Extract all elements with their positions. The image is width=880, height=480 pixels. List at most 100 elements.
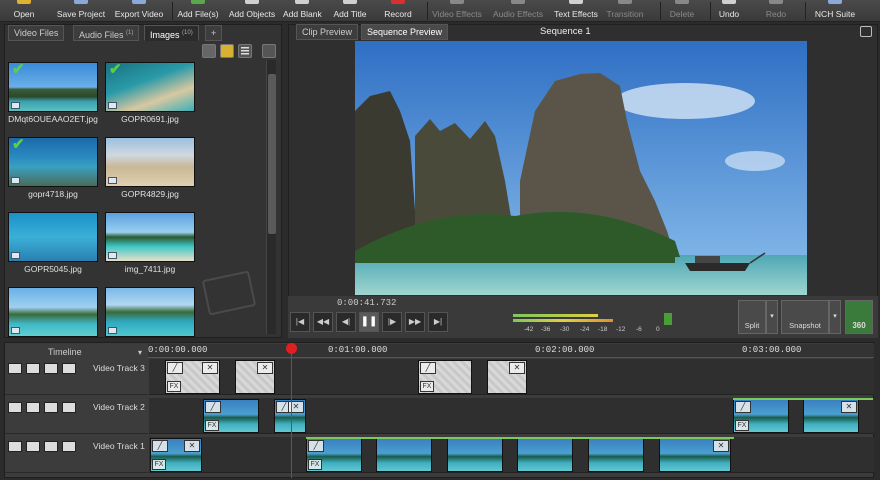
transition-in-icon[interactable]: ╱	[420, 362, 436, 374]
fx-badge[interactable]: FX	[152, 459, 166, 470]
media-thumbnail[interactable]	[8, 212, 98, 262]
bin-scrollbar[interactable]	[266, 60, 276, 334]
split-dropdown[interactable]: ▾	[766, 300, 778, 334]
transition-out-icon[interactable]: ✕	[184, 440, 200, 452]
timeline-clip[interactable]: ╱ FX	[418, 360, 472, 394]
export-video-button[interactable]: Export Video	[113, 0, 165, 22]
audio-volume-line[interactable]	[306, 437, 734, 439]
pause-button[interactable]: ❚❚	[359, 312, 379, 332]
video-effects-button[interactable]: Video Effects	[430, 0, 484, 22]
timeline-clip[interactable]	[517, 438, 573, 472]
visibility-icon[interactable]	[26, 363, 40, 374]
lock-icon[interactable]	[62, 402, 76, 413]
mute-toggle-icon[interactable]	[8, 441, 22, 452]
timeline-clip[interactable]: ╱ ✕	[274, 399, 306, 433]
step-forward-button[interactable]: |▶	[382, 312, 402, 332]
tab-clip-preview[interactable]: Clip Preview	[296, 24, 359, 40]
tab-images[interactable]: Images (10)	[144, 25, 199, 41]
prev-frame-button[interactable]: ◀◀	[313, 312, 333, 332]
timeline-clip[interactable]	[376, 438, 432, 472]
go-end-button[interactable]: ▶|	[428, 312, 448, 332]
mute-toggle-icon[interactable]	[8, 363, 22, 374]
fx-badge[interactable]: FX	[735, 420, 749, 431]
transition-button[interactable]: Transition	[605, 0, 645, 22]
visibility-icon[interactable]	[26, 441, 40, 452]
fx-badge[interactable]: FX	[420, 381, 434, 392]
checkmark-icon: ✔	[109, 62, 122, 78]
timeline-clip[interactable]: ✕	[659, 438, 731, 472]
media-thumbnail[interactable]: ✔	[8, 62, 98, 112]
tab-sequence-preview[interactable]: Sequence Preview	[361, 24, 449, 40]
timeline-dropdown[interactable]: ▾	[138, 348, 142, 357]
transition-in-icon[interactable]: ╱	[167, 362, 183, 374]
transition-out-icon[interactable]: ✕	[202, 362, 218, 374]
delete-button[interactable]: Delete	[665, 0, 699, 22]
timeline-clip[interactable]	[588, 438, 644, 472]
snapshot-button[interactable]: Snapshot	[781, 300, 829, 334]
add-blank-button[interactable]: Add Blank	[283, 0, 322, 22]
step-back-button[interactable]: ◀|	[336, 312, 356, 332]
split-button[interactable]: Split	[738, 300, 766, 334]
timeline-clip[interactable]: ✕	[235, 360, 275, 394]
tab-video-files[interactable]: Video Files	[8, 25, 65, 41]
lock-icon[interactable]	[62, 363, 76, 374]
redo-button[interactable]: Redo	[762, 0, 790, 22]
transition-out-icon[interactable]: ✕	[257, 362, 273, 374]
tab-audio-files[interactable]: Audio Files (1)	[73, 25, 140, 41]
transition-out-icon[interactable]: ✕	[713, 440, 729, 452]
grid-icon[interactable]	[44, 363, 58, 374]
media-thumbnail[interactable]	[105, 287, 195, 337]
next-frame-button[interactable]: ▶▶	[405, 312, 425, 332]
audio-effects-button[interactable]: Audio Effects	[490, 0, 546, 22]
media-thumbnail[interactable]	[105, 137, 195, 187]
media-thumbnail[interactable]	[105, 212, 195, 262]
list-view-icon[interactable]	[238, 44, 252, 58]
transition-in-icon[interactable]: ╱	[308, 440, 324, 452]
transition-in-icon[interactable]: ╱	[152, 440, 168, 452]
grid-icon[interactable]	[44, 441, 58, 452]
record-button[interactable]: Record	[380, 0, 416, 22]
media-thumbnail[interactable]: ✔	[8, 137, 98, 187]
transition-out-icon[interactable]: ✕	[509, 362, 525, 374]
trash-icon[interactable]	[202, 44, 216, 58]
playhead-handle[interactable]	[286, 343, 297, 354]
media-thumbnail[interactable]	[8, 287, 98, 337]
360-button[interactable]: 360	[845, 300, 873, 334]
visibility-icon[interactable]	[26, 402, 40, 413]
nch-suite-button[interactable]: NCH Suite	[812, 0, 858, 22]
timeline-clip[interactable]: ✕	[803, 399, 859, 433]
undo-button[interactable]: Undo	[715, 0, 743, 22]
external-link-icon[interactable]	[262, 44, 276, 58]
add-title-button[interactable]: Add Title	[333, 0, 367, 22]
add-file-s-button[interactable]: Add File(s)	[176, 0, 220, 22]
transition-out-icon[interactable]: ✕	[841, 401, 857, 413]
track-lane[interactable]	[149, 437, 874, 473]
snapshot-dropdown[interactable]: ▾	[829, 300, 841, 334]
media-thumbnail[interactable]: ✔	[105, 62, 195, 112]
go-start-button[interactable]: |◀	[290, 312, 310, 332]
tab-add[interactable]: +	[205, 25, 223, 41]
fx-badge[interactable]: FX	[308, 459, 322, 470]
timeline-clip[interactable]: ╱ FX	[306, 438, 362, 472]
transition-in-icon[interactable]: ╱	[735, 401, 751, 413]
text-effects-button[interactable]: Text Effects	[550, 0, 602, 22]
add-objects-button[interactable]: Add Objects	[228, 0, 276, 22]
transition-in-icon[interactable]: ╱	[205, 401, 221, 413]
fx-badge[interactable]: FX	[205, 420, 219, 431]
save-project-button[interactable]: Save Project	[55, 0, 107, 22]
mute-toggle-icon[interactable]	[8, 402, 22, 413]
timeline-clip[interactable]: ╱ ✕ FX	[150, 438, 202, 472]
folder-icon[interactable]	[220, 44, 234, 58]
timeline-clip[interactable]: ✕	[487, 360, 527, 394]
timeline-clip[interactable]: ╱ FX	[203, 399, 259, 433]
lock-icon[interactable]	[62, 441, 76, 452]
timeline-clip[interactable]: ╱ FX	[733, 399, 789, 433]
timeline-clip[interactable]: ╱ ✕ FX	[165, 360, 220, 394]
open-button[interactable]: Open	[10, 0, 38, 22]
audio-volume-line[interactable]	[733, 398, 873, 400]
fx-badge[interactable]: FX	[167, 381, 181, 392]
grid-icon[interactable]	[44, 402, 58, 413]
timeline-clip[interactable]	[447, 438, 503, 472]
music-note-icon[interactable]	[860, 26, 872, 37]
playhead[interactable]	[291, 344, 292, 478]
